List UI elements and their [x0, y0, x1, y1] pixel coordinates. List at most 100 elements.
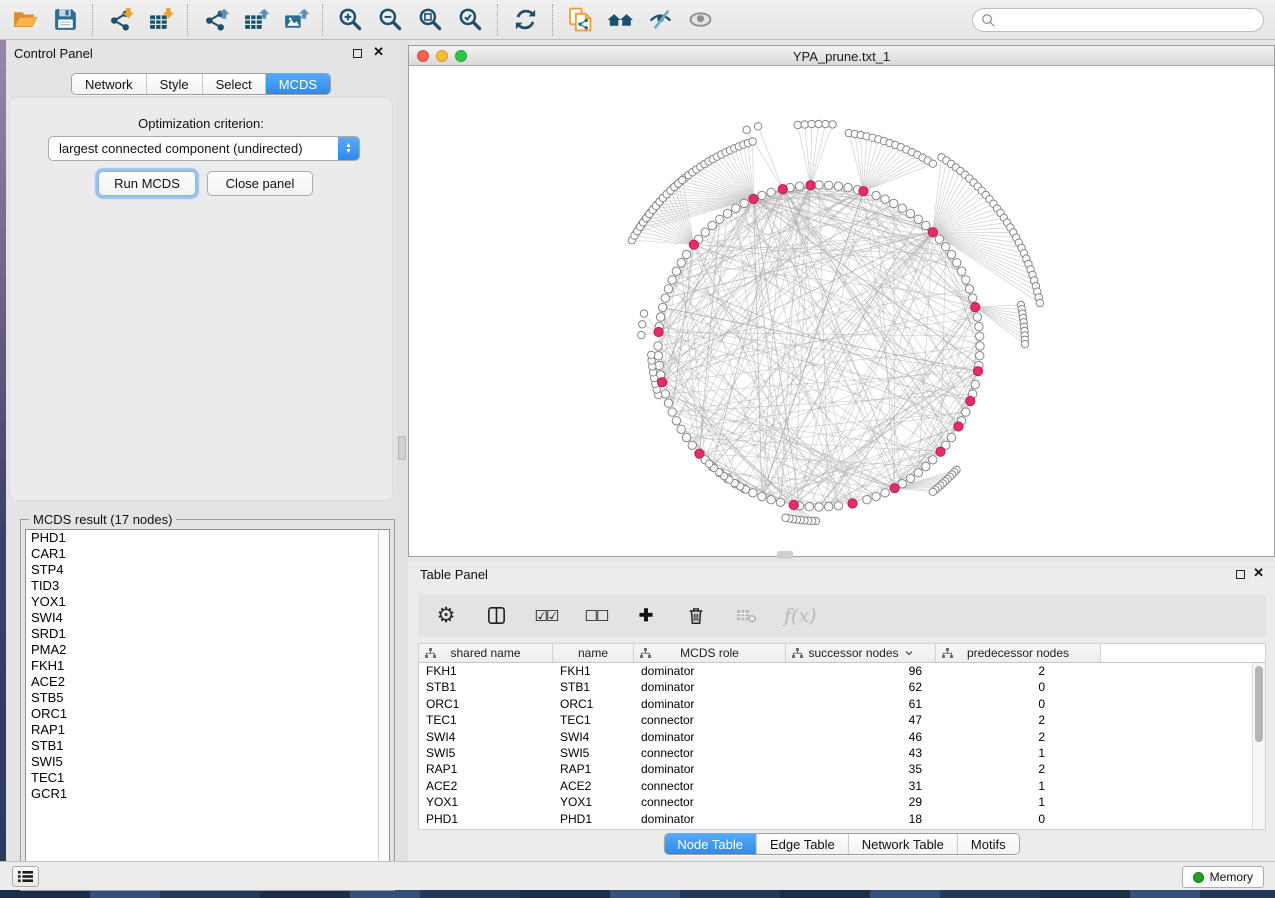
cell-predecessor_nodes: 2: [936, 712, 1101, 728]
table-row[interactable]: SWI5SWI5connector431: [419, 745, 1252, 761]
zoom-selected-button[interactable]: [450, 3, 490, 37]
table-row[interactable]: ORC1ORC1dominator610: [419, 696, 1252, 712]
hide-annotations-button[interactable]: [640, 3, 680, 37]
float-panel-icon[interactable]: [353, 49, 362, 58]
show-columns-button[interactable]: [484, 601, 508, 631]
cell-successor_nodes: 35: [786, 761, 936, 777]
zoom-fit-button[interactable]: [410, 3, 450, 37]
mcds-result-item[interactable]: YOX1: [26, 594, 389, 610]
delete-column-button[interactable]: [684, 601, 708, 631]
table-row[interactable]: ACE2ACE2connector311: [419, 778, 1252, 794]
cell-name: ORC1: [553, 696, 634, 712]
mcds-result-item[interactable]: FKH1: [26, 658, 389, 674]
mcds-list-scrollbar[interactable]: [378, 530, 389, 885]
node-table: shared namenameMCDS rolesuccessor nodesp…: [418, 643, 1266, 830]
column-header-shared-name[interactable]: shared name: [419, 644, 553, 662]
tab-select[interactable]: Select: [202, 74, 265, 94]
table-scrollbar[interactable]: [1252, 663, 1265, 829]
column-header-predecessor-nodes[interactable]: predecessor nodes: [936, 644, 1101, 662]
settings-gear-button[interactable]: ⚙: [434, 601, 458, 631]
clone-network-button[interactable]: [560, 3, 600, 37]
mcds-result-item[interactable]: SRD1: [26, 626, 389, 642]
mcds-result-item[interactable]: SWI4: [26, 610, 389, 626]
close-table-panel-icon[interactable]: ✕: [1253, 565, 1264, 581]
mcds-result-item[interactable]: TEC1: [26, 770, 389, 786]
table-panel: Table Panel ✕ ⚙☑☑☐☐✚f(x) shared namename…: [408, 561, 1275, 861]
search-box[interactable]: [972, 8, 1264, 32]
save-session-button[interactable]: [45, 3, 85, 37]
import-table-button[interactable]: [140, 3, 180, 37]
column-header-MCDS-role[interactable]: MCDS role: [634, 644, 786, 662]
table-row[interactable]: PHD1PHD1dominator180: [419, 811, 1252, 827]
tab-edge-table[interactable]: Edge Table: [756, 834, 848, 854]
mcds-result-item[interactable]: SWI5: [26, 754, 389, 770]
network-graph[interactable]: [409, 66, 1274, 556]
deselect-all-button[interactable]: ☐☐: [584, 601, 608, 631]
show-graphics-details-button[interactable]: [680, 3, 720, 37]
column-header-successor-nodes[interactable]: successor nodes: [786, 644, 936, 662]
mcds-result-item[interactable]: STB5: [26, 690, 389, 706]
table-row[interactable]: STB1STB1dominator620: [419, 679, 1252, 695]
mcds-result-item[interactable]: PMA2: [26, 642, 389, 658]
control-panel-header: Control Panel ✕: [6, 40, 396, 66]
tab-mcds[interactable]: MCDS: [265, 74, 330, 94]
mcds-result-item[interactable]: RAP1: [26, 722, 389, 738]
table-scrollbar-thumb[interactable]: [1255, 666, 1263, 742]
table-row[interactable]: SWI4SWI4dominator462: [419, 729, 1252, 745]
float-table-panel-icon[interactable]: [1236, 570, 1245, 579]
mcds-result-item[interactable]: GCR1: [26, 786, 389, 802]
network-canvas[interactable]: [409, 66, 1274, 556]
tab-node-table[interactable]: Node Table: [664, 834, 756, 854]
show-panels-button[interactable]: [12, 866, 39, 887]
refresh-button[interactable]: [505, 3, 545, 37]
toolbar-separator: [187, 4, 188, 36]
memory-button[interactable]: Memory: [1182, 866, 1264, 888]
criterion-select[interactable]: largest connected component (undirected)…: [48, 136, 360, 161]
toolbar-separator: [497, 4, 498, 36]
cell-shared_name: PHD1: [419, 811, 553, 827]
mcds-result-item[interactable]: PHD1: [26, 530, 389, 546]
cell-mcds_role: dominator: [634, 811, 786, 827]
export-network-button[interactable]: [195, 3, 235, 37]
table-row[interactable]: RAP1RAP1dominator352: [419, 761, 1252, 777]
network-window-titlebar[interactable]: YPA_prune.txt_1: [409, 46, 1274, 66]
mcds-result-item[interactable]: ACE2: [26, 674, 389, 690]
close-panel-icon[interactable]: ✕: [373, 44, 384, 60]
first-neighbors-button[interactable]: [600, 3, 640, 37]
add-column-button[interactable]: ✚: [634, 601, 658, 631]
mcds-result-list[interactable]: PHD1CAR1STP4TID3YOX1SWI4SRD1PMA2FKH1ACE2…: [25, 529, 390, 886]
run-mcds-button[interactable]: Run MCDS: [98, 171, 196, 196]
mcds-result-item[interactable]: TID3: [26, 578, 389, 594]
toolbar-separator: [552, 4, 553, 36]
tab-motifs[interactable]: Motifs: [957, 834, 1019, 854]
import-network-button[interactable]: [100, 3, 140, 37]
table-row[interactable]: TEC1TEC1connector472: [419, 712, 1252, 728]
mcds-result-item[interactable]: CAR1: [26, 546, 389, 562]
horizontal-splitter-handle[interactable]: [777, 551, 793, 559]
mcds-result-item[interactable]: STB1: [26, 738, 389, 754]
search-icon: [981, 13, 996, 28]
open-folder-button[interactable]: [5, 3, 45, 37]
vertical-splitter-handle[interactable]: [398, 436, 406, 460]
delete-table-icon: [736, 607, 757, 625]
cell-shared_name: ORC1: [419, 696, 553, 712]
search-input[interactable]: [996, 11, 1263, 29]
table-row[interactable]: FKH1FKH1dominator962: [419, 663, 1252, 679]
export-image-button[interactable]: [275, 3, 315, 37]
export-table-button[interactable]: [235, 3, 275, 37]
zoom-in-button[interactable]: [330, 3, 370, 37]
select-all-button[interactable]: ☑☑: [534, 601, 558, 631]
toolbar-separator: [322, 4, 323, 36]
vertical-splitter[interactable]: [396, 40, 408, 861]
mcds-result-item[interactable]: STP4: [26, 562, 389, 578]
mcds-result-item[interactable]: ORC1: [26, 706, 389, 722]
cell-shared_name: ACE2: [419, 778, 553, 794]
tab-network[interactable]: Network: [72, 74, 146, 94]
column-header-name[interactable]: name: [553, 644, 634, 662]
zoom-out-button[interactable]: [370, 3, 410, 37]
tab-style[interactable]: Style: [146, 74, 202, 94]
close-panel-button[interactable]: Close panel: [207, 171, 313, 196]
tab-network-table[interactable]: Network Table: [848, 834, 957, 854]
show-graphics-details-icon: [687, 6, 714, 33]
table-row[interactable]: YOX1YOX1connector291: [419, 794, 1252, 810]
